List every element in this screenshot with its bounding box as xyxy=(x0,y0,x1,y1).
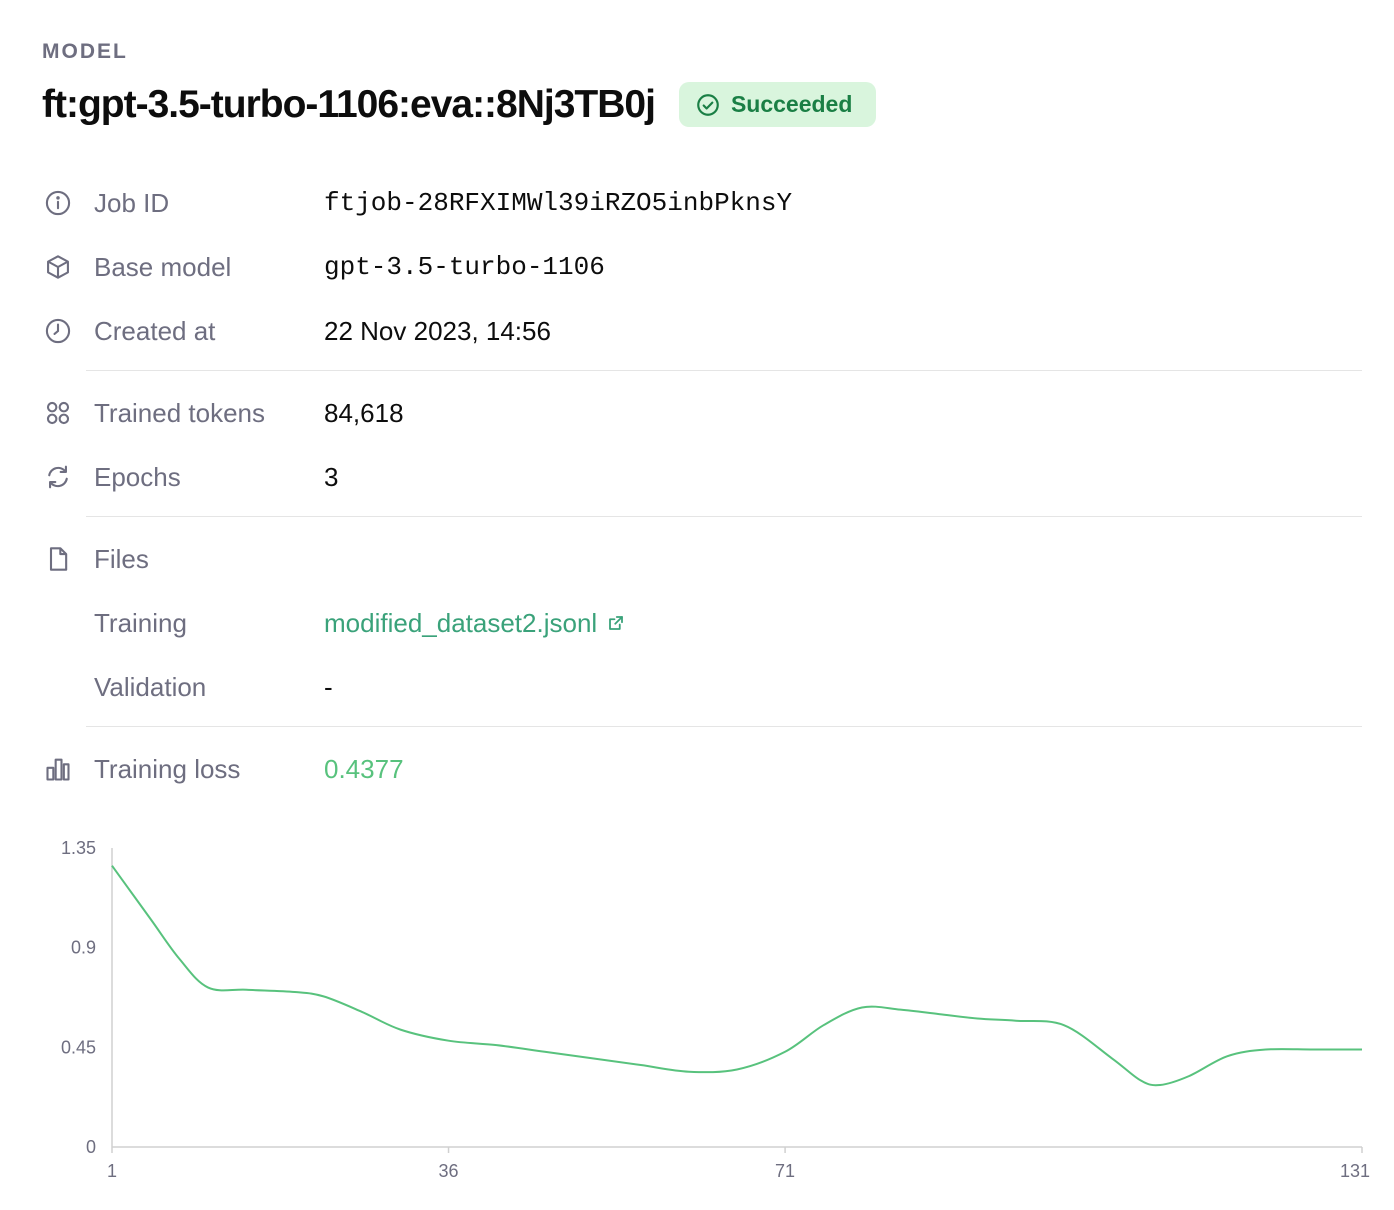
validation-file-row: Validation - xyxy=(42,667,1362,707)
x-tick-label: 1 xyxy=(107,1161,117,1181)
section-eyebrow: MODEL xyxy=(42,40,128,63)
training-loss-chart: 1.35 0.9 0.45 01 36 71 131 xyxy=(61,838,1370,1181)
training-file-link[interactable]: modified_dataset2.jsonl xyxy=(324,608,625,639)
y-tick-label: 0 xyxy=(86,1137,96,1157)
info-icon xyxy=(42,187,74,219)
job-id-label: Job ID xyxy=(94,187,170,218)
cube-icon xyxy=(42,251,74,283)
y-tick-label: 0.45 xyxy=(61,1037,96,1057)
epochs-row: Epochs 3 xyxy=(42,457,1362,497)
y-tick-label: 0.9 xyxy=(71,938,96,958)
refresh-icon xyxy=(42,461,74,493)
training-file-name[interactable]: modified_dataset2.jsonl xyxy=(324,608,597,639)
epochs-value: 3 xyxy=(324,461,339,492)
external-link-icon[interactable] xyxy=(607,614,625,632)
created-at-label: Created at xyxy=(94,315,216,346)
status-badge: Succeeded xyxy=(678,82,877,127)
divider xyxy=(86,726,1362,727)
y-tick-label: 1.35 xyxy=(61,838,96,858)
check-circle-icon xyxy=(697,93,719,116)
trained-tokens-row: Trained tokens 84,618 xyxy=(42,393,1362,433)
grid-icon xyxy=(42,397,74,429)
divider xyxy=(86,516,1362,517)
clock-icon xyxy=(42,315,74,347)
base-model-label: Base model xyxy=(94,251,232,282)
bar-chart-icon xyxy=(42,753,74,785)
base-model-value: gpt-3.5-turbo-1106 xyxy=(324,252,605,282)
created-at-row: Created at 22 Nov 2023, 14:56 xyxy=(42,311,1362,351)
loss-series-line xyxy=(111,865,1362,1087)
files-row: Files xyxy=(42,539,1362,579)
training-loss-label: Training loss xyxy=(94,753,241,784)
x-tick-label: 131 xyxy=(1340,1161,1370,1181)
validation-file-value: - xyxy=(324,671,333,702)
divider xyxy=(86,370,1362,371)
job-id-value: ftjob-28RFXIMWl39iRZO5inbPknsY xyxy=(324,188,793,218)
x-tick-label: 71 xyxy=(775,1161,795,1181)
files-label: Files xyxy=(94,543,149,574)
model-title: ft:gpt-3.5-turbo-1106:eva::8Nj3TB0j xyxy=(42,82,656,126)
trained-tokens-value: 84,618 xyxy=(324,397,404,428)
epochs-label: Epochs xyxy=(94,461,181,492)
base-model-row: Base model gpt-3.5-turbo-1106 xyxy=(42,247,1362,287)
validation-file-label: Validation xyxy=(94,671,207,702)
file-icon xyxy=(42,543,74,575)
trained-tokens-label: Trained tokens xyxy=(94,397,266,428)
job-id-row: Job ID ftjob-28RFXIMWl39iRZO5inbPknsY xyxy=(42,183,1362,223)
training-file-row: Training modified_dataset2.jsonl xyxy=(42,603,1362,643)
title-row: ft:gpt-3.5-turbo-1106:eva::8Nj3TB0j Succ… xyxy=(42,82,877,127)
training-loss-row: Training loss 0.4377 xyxy=(42,749,1362,789)
created-at-value: 22 Nov 2023, 14:56 xyxy=(324,315,551,346)
x-tick-label: 36 xyxy=(439,1161,459,1181)
training-loss-value: 0.4377 xyxy=(324,753,404,784)
status-text: Succeeded xyxy=(730,91,853,117)
training-file-label: Training xyxy=(94,607,187,638)
